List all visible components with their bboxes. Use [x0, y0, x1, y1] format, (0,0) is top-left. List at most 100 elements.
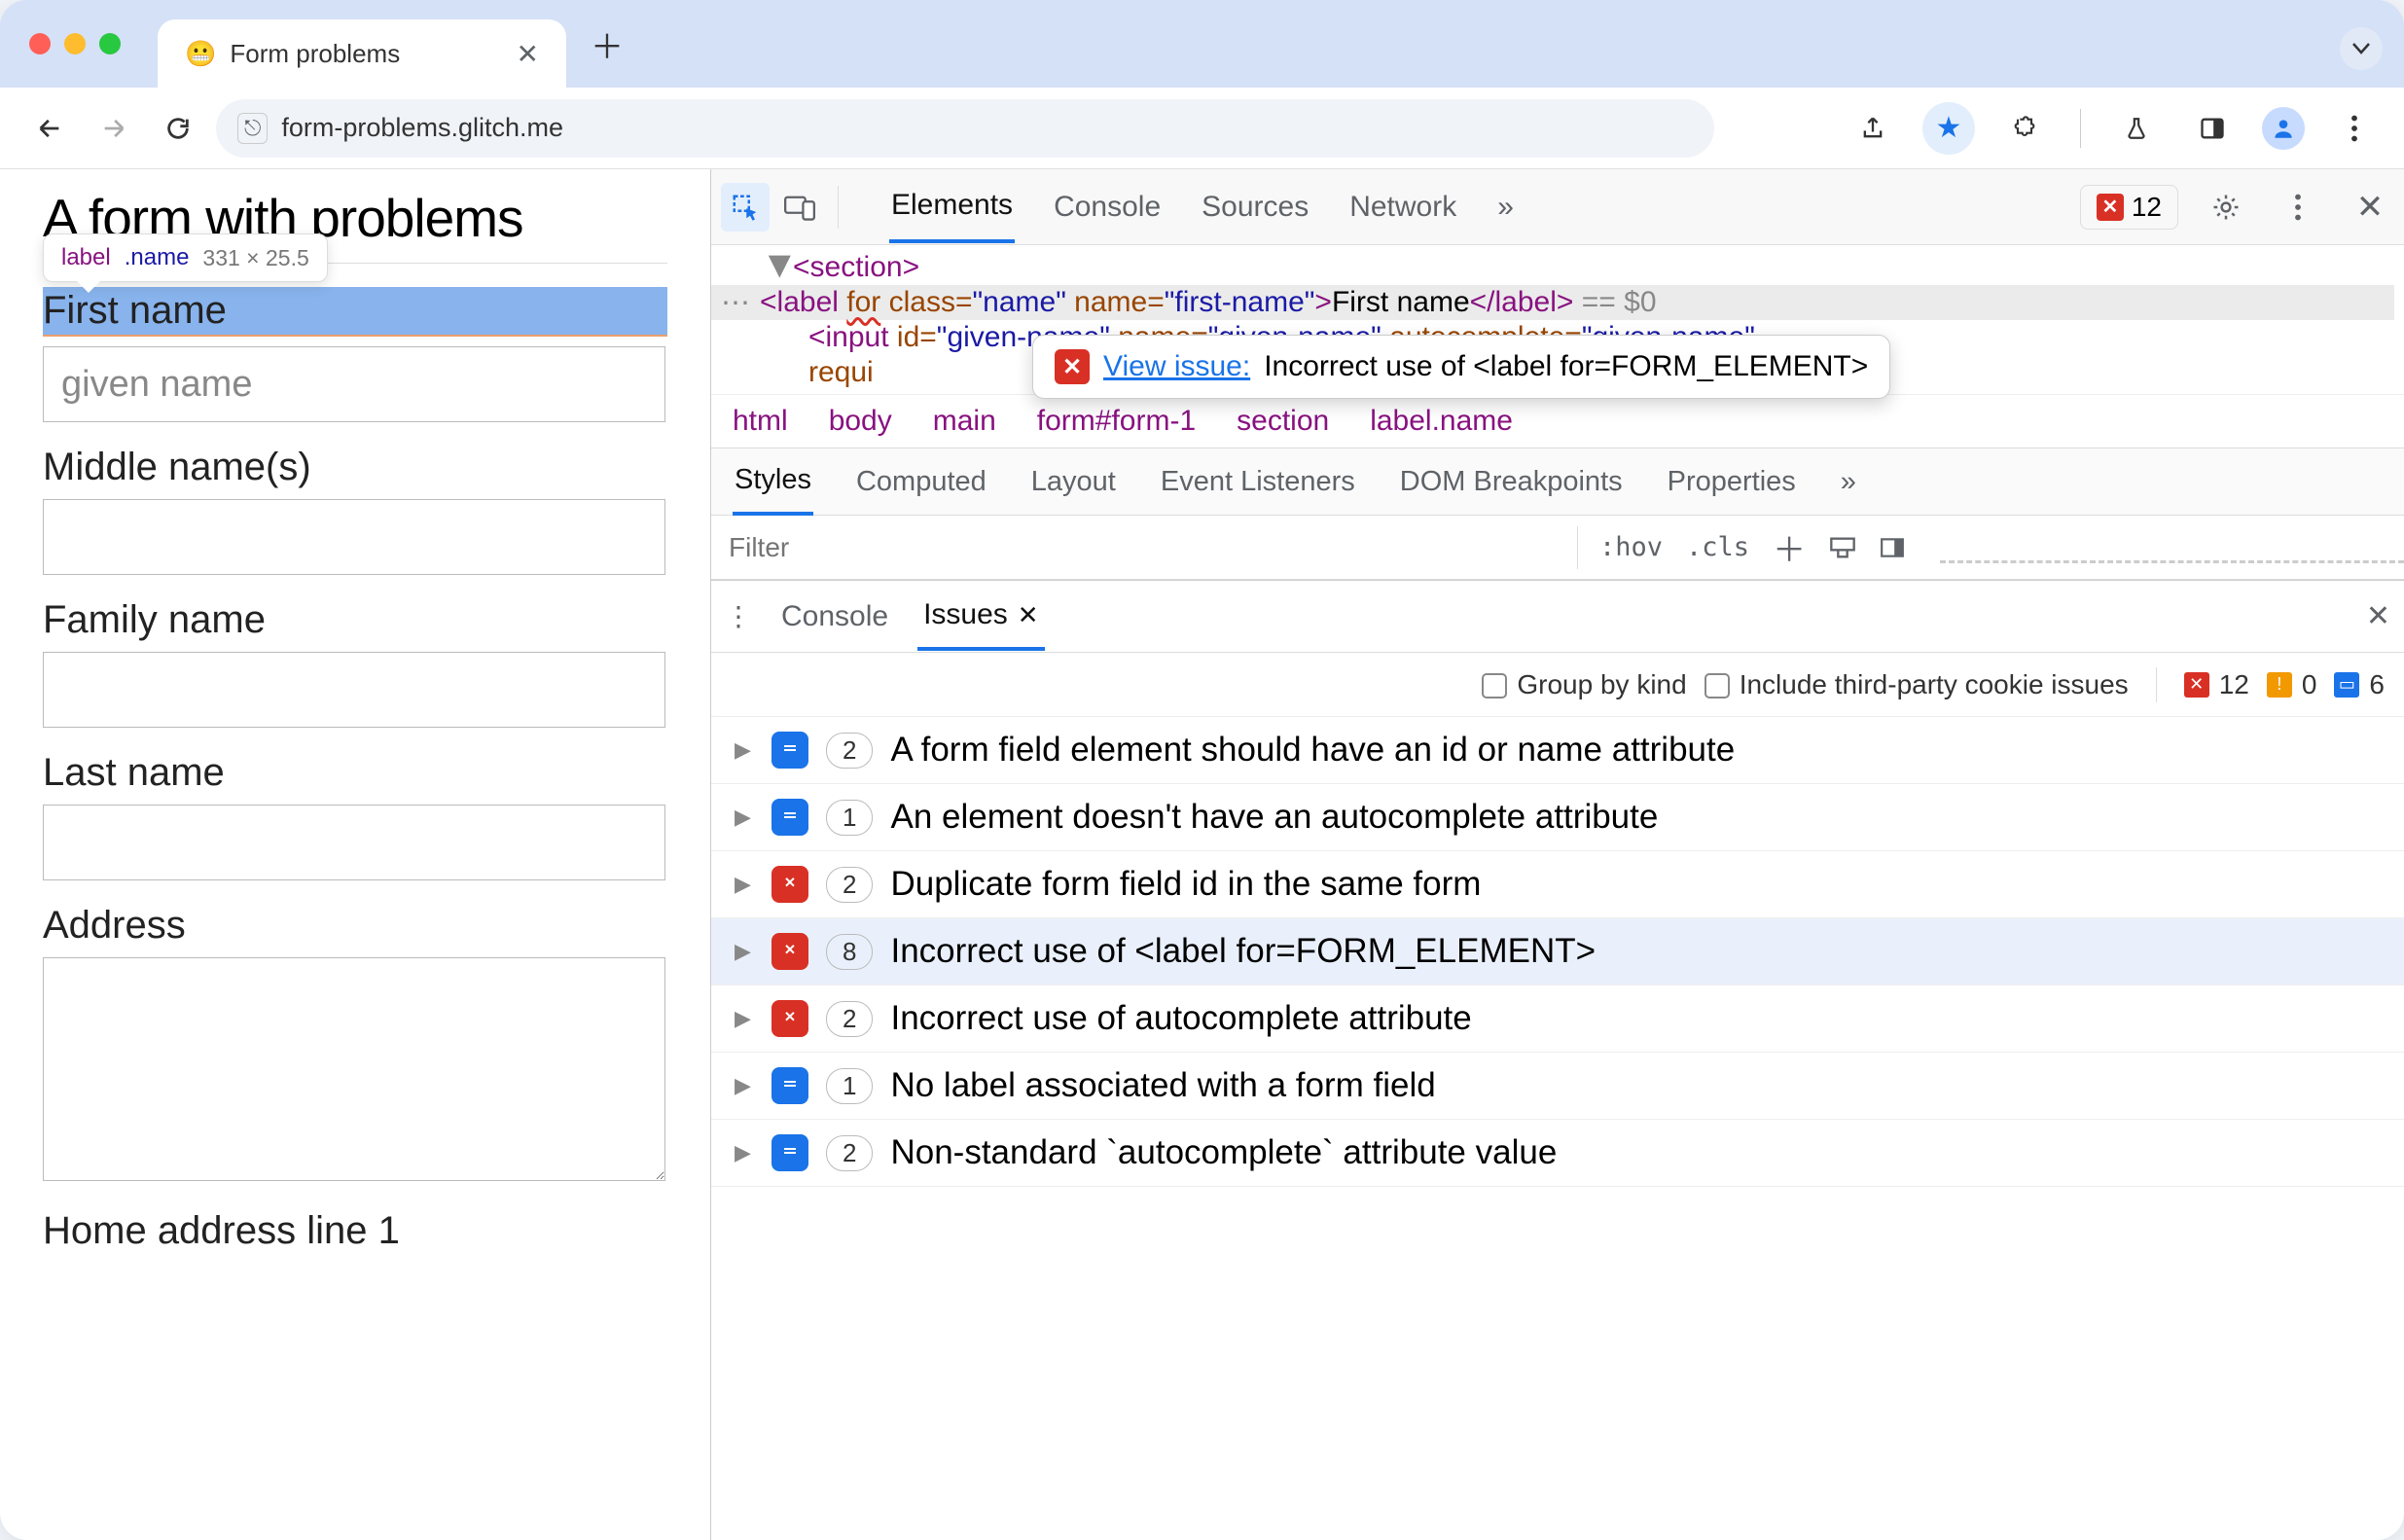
- drawer-menu-button[interactable]: ⋮: [725, 600, 752, 632]
- issues-error-count: ✕12: [2184, 669, 2249, 700]
- close-tab-button[interactable]: ✕: [517, 38, 539, 70]
- dom-breadcrumb[interactable]: html body main form#form-1 section label…: [711, 394, 2404, 448]
- close-window-button[interactable]: [29, 33, 51, 54]
- expand-icon: ▶: [735, 872, 754, 897]
- minimize-window-button[interactable]: [64, 33, 86, 54]
- devtools-close-button[interactable]: ✕: [2346, 183, 2394, 232]
- issue-row[interactable]: ▶✕8Incorrect use of <label for=FORM_ELEM…: [711, 918, 2404, 985]
- crumb[interactable]: main: [933, 405, 996, 438]
- issue-count: 1: [826, 1068, 873, 1104]
- subtab-dom-breakpoints[interactable]: DOM Breakpoints: [1398, 450, 1625, 514]
- sidebar-toggle[interactable]: [1868, 536, 1917, 559]
- issue-text: An element doesn't have an autocomplete …: [890, 798, 1658, 837]
- device-toggle-button[interactable]: [775, 183, 824, 232]
- error-bubble-icon: ✕: [771, 933, 808, 970]
- drawer-tab-issues[interactable]: Issues✕: [917, 583, 1045, 651]
- panel-right-icon: [1880, 536, 1905, 559]
- labs-button[interactable]: [2110, 102, 2163, 155]
- window-titlebar: 😬 Form problems ✕ ＋: [0, 0, 2404, 88]
- extensions-button[interactable]: [1998, 102, 2051, 155]
- tab-elements[interactable]: Elements: [889, 171, 1015, 243]
- devtools-header: Elements Console Sources Network » ✕ 12 …: [711, 169, 2404, 245]
- menu-button[interactable]: [2328, 102, 2381, 155]
- crumb[interactable]: body: [829, 405, 892, 438]
- tooltip-tagname: label: [61, 244, 111, 271]
- subtab-computed[interactable]: Computed: [854, 450, 988, 514]
- view-issue-link[interactable]: View issue:: [1103, 350, 1250, 383]
- back-button[interactable]: [23, 102, 76, 155]
- arrow-right-icon: [100, 115, 127, 142]
- selected-dom-node[interactable]: <label for class="name" name="first-name…: [711, 285, 2394, 320]
- kebab-icon: [2350, 115, 2358, 142]
- expand-icon: ▶: [735, 1140, 754, 1165]
- new-tab-button[interactable]: ＋: [580, 17, 634, 71]
- drawer-close-button[interactable]: ✕: [2366, 599, 2390, 633]
- panel-icon: [2199, 115, 2226, 142]
- separator: [838, 186, 839, 229]
- drawer-tab-console[interactable]: Console: [775, 585, 894, 649]
- issue-count: 8: [826, 934, 873, 970]
- tab-console[interactable]: Console: [1052, 173, 1163, 241]
- crumb[interactable]: form#form-1: [1037, 405, 1196, 438]
- subtab-properties[interactable]: Properties: [1666, 450, 1798, 514]
- last-name-label: Last name: [43, 751, 667, 795]
- tab-title: Form problems: [230, 39, 502, 69]
- cls-toggle[interactable]: .cls: [1674, 532, 1761, 562]
- issue-row[interactable]: ▶2A form field element should have an id…: [711, 717, 2404, 784]
- subtab-event-listeners[interactable]: Event Listeners: [1159, 450, 1357, 514]
- inspect-element-button[interactable]: [721, 183, 770, 232]
- info-bubble-icon: [771, 799, 808, 836]
- side-panel-button[interactable]: [2186, 102, 2239, 155]
- issue-row[interactable]: ▶1An element doesn't have an autocomplet…: [711, 784, 2404, 851]
- issue-text: Non-standard `autocomplete` attribute va…: [890, 1133, 1557, 1172]
- group-by-kind-checkbox[interactable]: Group by kind: [1482, 669, 1686, 700]
- hov-toggle[interactable]: :hov: [1588, 532, 1674, 562]
- address-textarea[interactable]: [43, 957, 665, 1181]
- kebab-icon: [2294, 194, 2302, 221]
- tab-sources[interactable]: Sources: [1200, 173, 1310, 241]
- issue-row[interactable]: ▶2Non-standard `autocomplete` attribute …: [711, 1120, 2404, 1187]
- devtools-settings-button[interactable]: [2202, 183, 2250, 232]
- close-icon[interactable]: ✕: [1018, 600, 1039, 629]
- new-style-rule-button[interactable]: ＋: [1761, 523, 1817, 571]
- bookmark-button[interactable]: ★: [1922, 102, 1975, 155]
- subtab-layout[interactable]: Layout: [1029, 450, 1118, 514]
- crumb[interactable]: label.name: [1370, 405, 1513, 438]
- profile-button[interactable]: [2262, 107, 2305, 150]
- error-count-badge[interactable]: ✕ 12: [2080, 185, 2178, 230]
- middle-name-input[interactable]: [43, 499, 665, 575]
- subtab-styles[interactable]: Styles: [733, 448, 813, 516]
- styles-filter-input[interactable]: [711, 524, 1567, 571]
- computed-toggle[interactable]: [1817, 536, 1868, 559]
- crumb[interactable]: html: [733, 405, 788, 438]
- family-name-input[interactable]: [43, 652, 665, 728]
- issue-row[interactable]: ▶✕2Incorrect use of autocomplete attribu…: [711, 985, 2404, 1053]
- info-bubble-icon: [771, 1134, 808, 1171]
- svg-text:✕: ✕: [784, 1010, 796, 1025]
- first-name-input[interactable]: [43, 346, 665, 422]
- browser-tab[interactable]: 😬 Form problems ✕: [158, 19, 566, 88]
- share-button[interactable]: [1847, 102, 1899, 155]
- third-party-cookies-checkbox[interactable]: Include third-party cookie issues: [1704, 669, 2129, 700]
- issue-row[interactable]: ▶✕2Duplicate form field id in the same f…: [711, 851, 2404, 918]
- tab-search-button[interactable]: [2340, 27, 2383, 70]
- site-security-icon[interactable]: ⎋: [237, 113, 268, 144]
- last-name-input[interactable]: [43, 805, 665, 880]
- separator: [2080, 109, 2081, 148]
- subtabs-overflow[interactable]: »: [1839, 450, 1858, 514]
- crumb[interactable]: section: [1237, 405, 1329, 438]
- devtools-menu-button[interactable]: [2274, 183, 2322, 232]
- reload-button[interactable]: [152, 102, 204, 155]
- expand-icon: ▶: [735, 737, 754, 763]
- issue-row[interactable]: ▶1No label associated with a form field: [711, 1053, 2404, 1120]
- address-bar[interactable]: ⎋ form-problems.glitch.me: [216, 99, 1714, 158]
- styles-subpanel-tabs: Styles Computed Layout Event Listeners D…: [711, 448, 2404, 516]
- tab-network[interactable]: Network: [1347, 173, 1458, 241]
- expand-icon: ▶: [735, 939, 754, 964]
- maximize-window-button[interactable]: [99, 33, 121, 54]
- dom-tree[interactable]: ▶<section> <label for class="name" name=…: [711, 245, 2404, 394]
- forward-button[interactable]: [88, 102, 140, 155]
- tabs-overflow[interactable]: »: [1495, 173, 1516, 241]
- url-text: form-problems.glitch.me: [281, 113, 563, 143]
- chevron-down-icon: [2352, 43, 2370, 54]
